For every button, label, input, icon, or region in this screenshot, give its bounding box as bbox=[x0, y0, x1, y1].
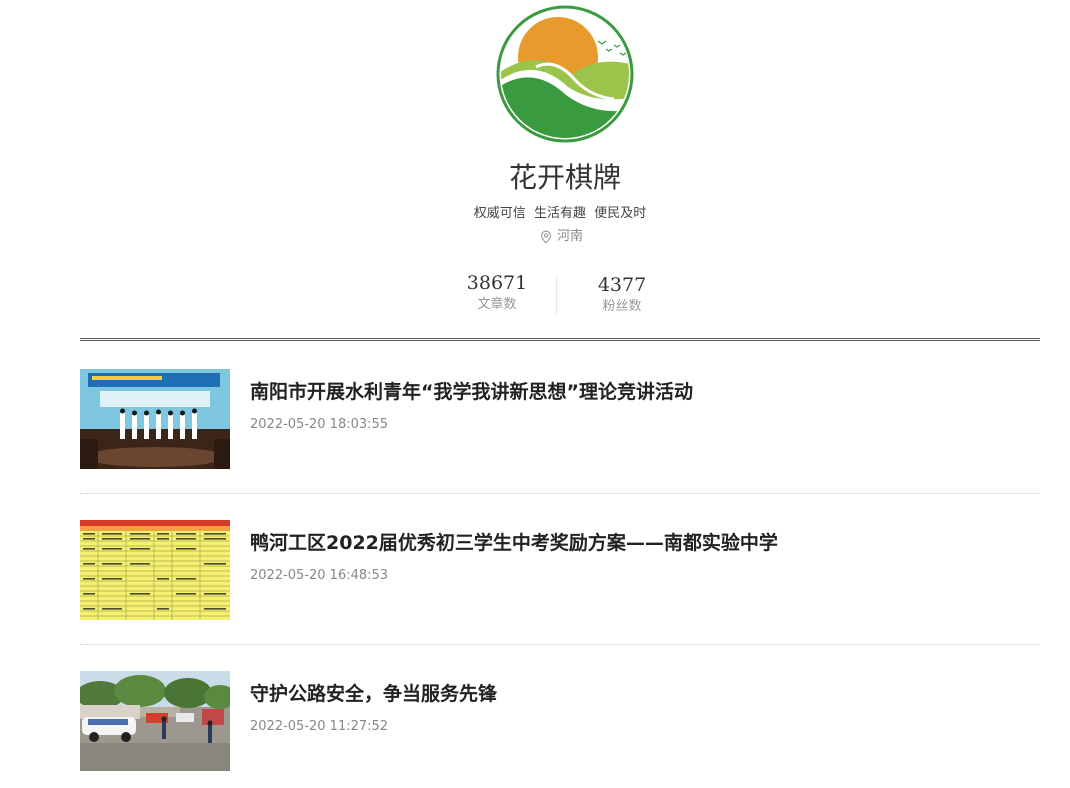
stat-articles-value: 38671 bbox=[466, 272, 528, 294]
stat-fans[interactable]: 4377 粉丝数 bbox=[577, 274, 667, 317]
account-name: 花开棋牌 bbox=[508, 161, 621, 194]
stat-articles-label: 文章数 bbox=[477, 297, 517, 312]
stat-divider bbox=[556, 276, 557, 314]
article-time: 2022-05-20 16:48:53 bbox=[250, 568, 389, 583]
road-checkpoint-photo-icon[interactable] bbox=[80, 671, 230, 771]
location-pin-icon bbox=[541, 230, 551, 244]
article-item[interactable]: 守护公路安全，争当服务先锋 2022-05-20 11:27:52 bbox=[80, 671, 1040, 771]
article-separator bbox=[80, 644, 1040, 645]
account-location: 河南 bbox=[539, 227, 583, 247]
article-title[interactable]: 鸭河工区2022届优秀初三学生中考奖励方案——南都实验中学 bbox=[250, 530, 778, 556]
sunrise-hills-logo-icon bbox=[496, 5, 634, 143]
article-time: 2022-05-20 11:27:52 bbox=[250, 719, 389, 734]
article-separator bbox=[80, 493, 1040, 494]
article-title[interactable]: 守护公路安全，争当服务先锋 bbox=[250, 681, 497, 707]
article-item[interactable]: 南阳市开展水利青年“我学我讲新思想”理论竞讲活动 2022-05-20 18:0… bbox=[80, 369, 1040, 469]
stat-fans-label: 粉丝数 bbox=[602, 299, 642, 314]
account-slogan: 权威可信 生活有趣 便民及时 bbox=[473, 206, 647, 221]
location-text: 河南 bbox=[557, 229, 584, 244]
stage-event-photo-icon[interactable] bbox=[80, 369, 230, 469]
stat-fans-value: 4377 bbox=[597, 274, 647, 296]
article-item[interactable]: 鸭河工区2022届优秀初三学生中考奖励方案——南都实验中学 2022-05-20… bbox=[80, 520, 1040, 620]
stat-articles[interactable]: 38671 文章数 bbox=[452, 272, 542, 315]
spreadsheet-photo-icon[interactable] bbox=[80, 520, 230, 620]
article-time: 2022-05-20 18:03:55 bbox=[250, 417, 389, 432]
article-title[interactable]: 南阳市开展水利青年“我学我讲新思想”理论竞讲活动 bbox=[250, 379, 693, 405]
header-divider bbox=[80, 338, 1040, 341]
